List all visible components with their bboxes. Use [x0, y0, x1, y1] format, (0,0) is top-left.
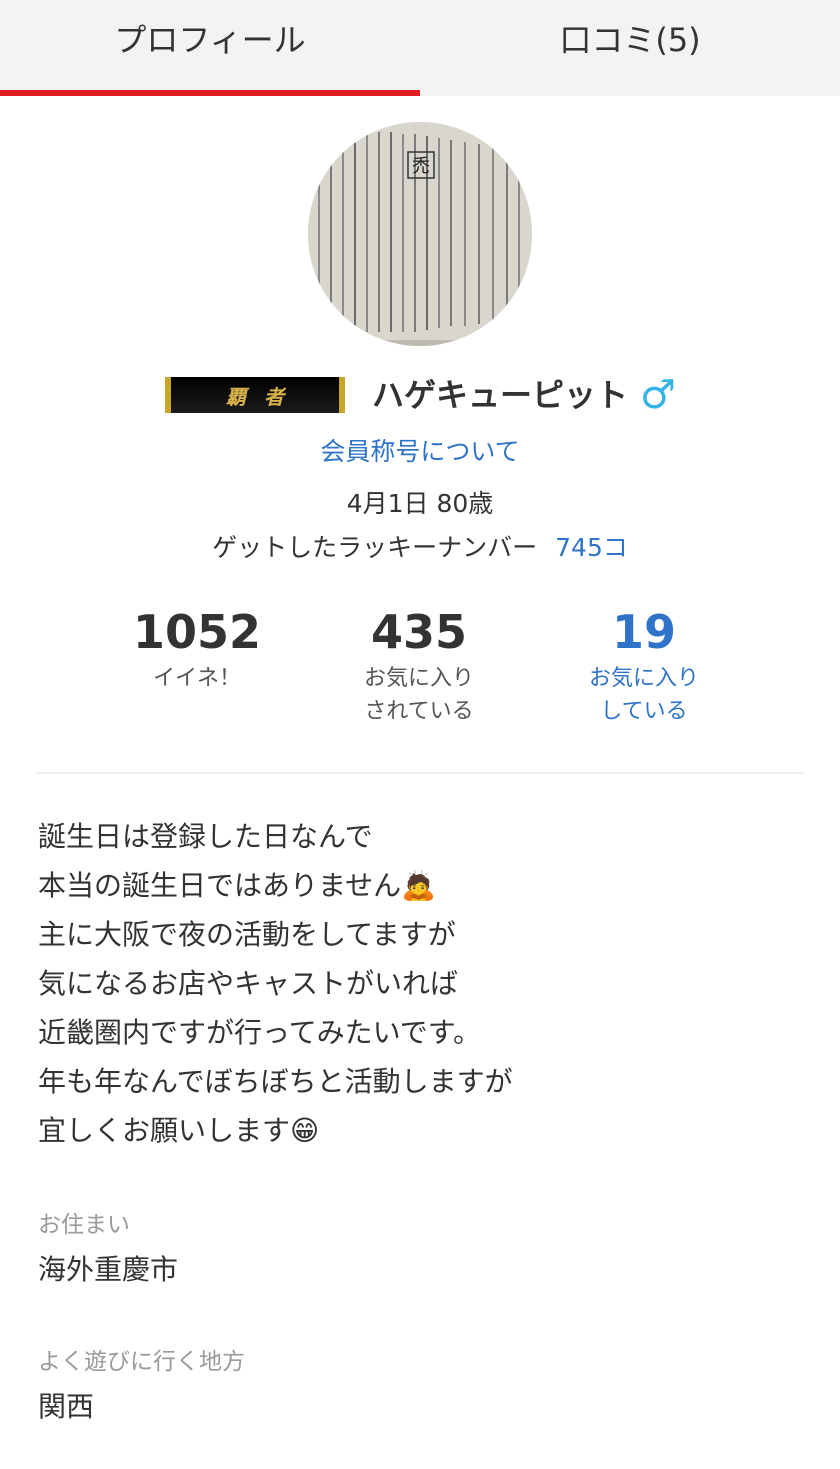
birthday-age: 4月1日 80歳: [346, 489, 494, 518]
stat-favorited-by: 435 お気に入り されている: [299, 604, 539, 728]
lucky-number-row: ゲットしたラッキーナンバー 745コ: [0, 528, 840, 564]
lucky-number-label: ゲットしたラッキーナンバー: [212, 533, 538, 562]
avatar: 禿: [308, 122, 532, 346]
tab-profile-label: プロフィール: [114, 21, 306, 59]
residence-value: 海外重慶市: [38, 1253, 179, 1286]
stat-likes: 1052 イイネ！: [77, 604, 317, 695]
tab-profile[interactable]: プロフィール: [0, 0, 420, 96]
tab-reviews[interactable]: 口コミ(5): [420, 0, 840, 96]
favorite-area-value: 関西: [38, 1390, 95, 1423]
bio-line: 宜しくお願いします😁: [38, 1114, 320, 1147]
tab-bar: プロフィール 口コミ(5): [0, 0, 840, 96]
member-title-text: 覇者: [226, 384, 302, 409]
stat-favoriting-number: 19: [611, 605, 676, 659]
avatar-image: 禿: [308, 122, 532, 346]
tab-reviews-label: 口コミ(5): [559, 21, 701, 59]
residence-label: お住まい: [38, 1212, 130, 1238]
bio-line: 誕生日は登録した日なんで: [38, 820, 373, 853]
stat-favorited-by-label: お気に入り されている: [363, 666, 474, 724]
stat-favoriting-label: お気に入り している: [588, 666, 699, 724]
divider: [36, 772, 804, 774]
lucky-number-count[interactable]: 745コ: [555, 533, 628, 562]
bio-line: 主に大阪で夜の活動をしてますが: [38, 918, 456, 951]
male-gender-icon: ♂: [640, 372, 676, 418]
stat-likes-label: イイネ！: [152, 666, 241, 691]
favorite-area-label: よく遊びに行く地方: [38, 1349, 245, 1375]
member-title-badge: 覇者: [165, 377, 345, 413]
bio-text: 誕生日は登録した日なんで 本当の誕生日ではありません🙇 主に大阪で夜の活動をして…: [38, 812, 818, 1155]
bio-line: 気になるお店やキャストがいれば: [38, 967, 459, 1000]
bio-line: 年も年なんでぼちぼちと活動しますが: [38, 1065, 513, 1098]
user-name: ハゲキューピット: [372, 376, 629, 414]
member-title-info-link[interactable]: 会員称号について: [0, 432, 840, 468]
svg-text:禿: 禿: [412, 156, 430, 177]
stat-favorited-by-number: 435: [370, 605, 468, 659]
stat-likes-number: 1052: [132, 605, 262, 659]
active-tab-indicator: [0, 90, 420, 96]
bio-line: 近畿圏内ですが行ってみたいです。: [38, 1016, 481, 1049]
stat-favoriting[interactable]: 19 お気に入り している: [524, 604, 764, 728]
bio-line: 本当の誕生日ではありません🙇: [38, 869, 437, 902]
